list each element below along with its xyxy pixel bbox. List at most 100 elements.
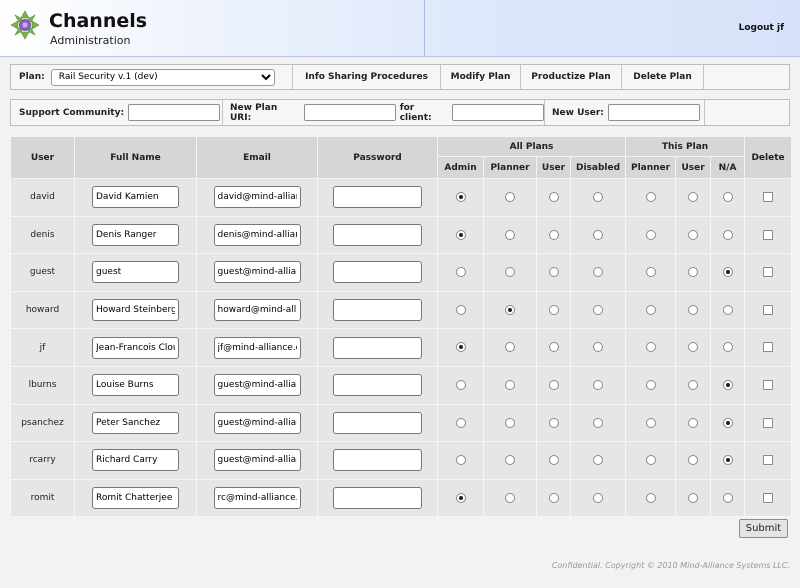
all-plans-user-radio[interactable] [548,304,559,315]
all-plans-disabled-radio[interactable] [593,380,604,391]
email-input[interactable] [213,261,301,284]
new-plan-uri-input[interactable] [303,104,396,121]
all-plans-admin-radio[interactable] [455,342,466,353]
password-input[interactable] [333,336,422,359]
email-input[interactable] [213,374,301,397]
full-name-input[interactable] [92,299,179,322]
email-input[interactable] [213,449,301,472]
all-plans-user-radio[interactable] [548,380,559,391]
this-plan-na-radio[interactable] [722,417,733,428]
all-plans-planner-radio[interactable] [505,267,515,278]
this-plan-planner-radio[interactable] [645,229,656,240]
logout-link[interactable]: Logout jf [739,23,784,33]
all-plans-disabled-radio[interactable] [593,492,604,503]
this-plan-na-radio[interactable] [722,380,733,391]
client-input[interactable] [452,104,544,121]
password-input[interactable] [333,374,422,397]
all-plans-planner-radio[interactable] [505,455,515,466]
this-plan-na-radio[interactable] [722,342,733,353]
all-plans-admin-radio[interactable] [455,380,466,391]
all-plans-admin-radio[interactable] [455,267,466,278]
all-plans-planner-radio[interactable] [505,342,515,353]
delete-checkbox[interactable] [763,229,774,240]
all-plans-disabled-radio[interactable] [593,267,604,278]
delete-checkbox[interactable] [763,342,774,353]
this-plan-user-radio[interactable] [688,304,699,315]
this-plan-na-radio[interactable] [722,267,733,278]
this-plan-user-radio[interactable] [688,380,699,391]
this-plan-planner-radio[interactable] [645,304,656,315]
full-name-input[interactable] [92,261,179,284]
full-name-input[interactable] [92,411,179,434]
this-plan-planner-radio[interactable] [645,380,656,391]
productize-plan-button[interactable]: Productize Plan [521,65,622,89]
all-plans-disabled-radio[interactable] [593,342,604,353]
this-plan-user-radio[interactable] [688,455,699,466]
this-plan-na-radio[interactable] [722,192,733,203]
password-input[interactable] [333,223,422,246]
modify-plan-button[interactable]: Modify Plan [441,65,521,89]
delete-checkbox[interactable] [763,380,774,391]
all-plans-planner-radio[interactable] [505,229,515,240]
all-plans-planner-radio[interactable] [505,380,515,391]
all-plans-admin-radio[interactable] [455,229,466,240]
this-plan-planner-radio[interactable] [645,455,656,466]
all-plans-admin-radio[interactable] [455,192,466,203]
full-name-input[interactable] [92,374,179,397]
delete-checkbox[interactable] [763,304,774,315]
all-plans-user-radio[interactable] [548,267,559,278]
this-plan-na-radio[interactable] [722,455,733,466]
full-name-input[interactable] [92,449,179,472]
all-plans-disabled-radio[interactable] [593,417,604,428]
email-input[interactable] [213,336,301,359]
all-plans-disabled-radio[interactable] [593,455,604,466]
all-plans-disabled-radio[interactable] [593,304,604,315]
all-plans-user-radio[interactable] [548,492,559,503]
password-input[interactable] [333,186,422,209]
delete-checkbox[interactable] [763,417,774,428]
email-input[interactable] [213,223,301,246]
all-plans-disabled-radio[interactable] [593,192,604,203]
all-plans-admin-radio[interactable] [455,492,466,503]
password-input[interactable] [333,261,422,284]
email-input[interactable] [213,411,301,434]
all-plans-user-radio[interactable] [548,417,559,428]
all-plans-user-radio[interactable] [548,455,559,466]
this-plan-planner-radio[interactable] [645,417,656,428]
all-plans-planner-radio[interactable] [505,492,515,503]
full-name-input[interactable] [92,336,179,359]
delete-plan-button[interactable]: Delete Plan [622,65,704,89]
submit-button[interactable]: Submit [739,519,788,538]
this-plan-planner-radio[interactable] [645,342,656,353]
this-plan-na-radio[interactable] [722,492,733,503]
all-plans-planner-radio[interactable] [505,192,515,203]
all-plans-admin-radio[interactable] [455,455,466,466]
this-plan-user-radio[interactable] [688,267,699,278]
password-input[interactable] [333,487,422,510]
this-plan-user-radio[interactable] [688,492,699,503]
this-plan-planner-radio[interactable] [645,267,656,278]
email-input[interactable] [213,487,301,510]
this-plan-na-radio[interactable] [722,304,733,315]
this-plan-user-radio[interactable] [688,192,699,203]
all-plans-planner-radio[interactable] [505,304,515,315]
password-input[interactable] [333,449,422,472]
all-plans-disabled-radio[interactable] [593,229,604,240]
this-plan-planner-radio[interactable] [645,492,656,503]
delete-checkbox[interactable] [763,455,774,466]
this-plan-user-radio[interactable] [688,417,699,428]
full-name-input[interactable] [92,223,179,246]
all-plans-planner-radio[interactable] [505,417,515,428]
full-name-input[interactable] [92,487,179,510]
this-plan-planner-radio[interactable] [645,192,656,203]
email-input[interactable] [213,299,301,322]
plan-select[interactable]: Rail Security v.1 (dev) [50,68,275,86]
all-plans-user-radio[interactable] [548,229,559,240]
all-plans-admin-radio[interactable] [455,304,466,315]
this-plan-na-radio[interactable] [722,229,733,240]
delete-checkbox[interactable] [763,267,774,278]
this-plan-user-radio[interactable] [688,342,699,353]
new-user-input[interactable] [607,104,700,121]
password-input[interactable] [333,299,422,322]
delete-checkbox[interactable] [763,492,774,503]
